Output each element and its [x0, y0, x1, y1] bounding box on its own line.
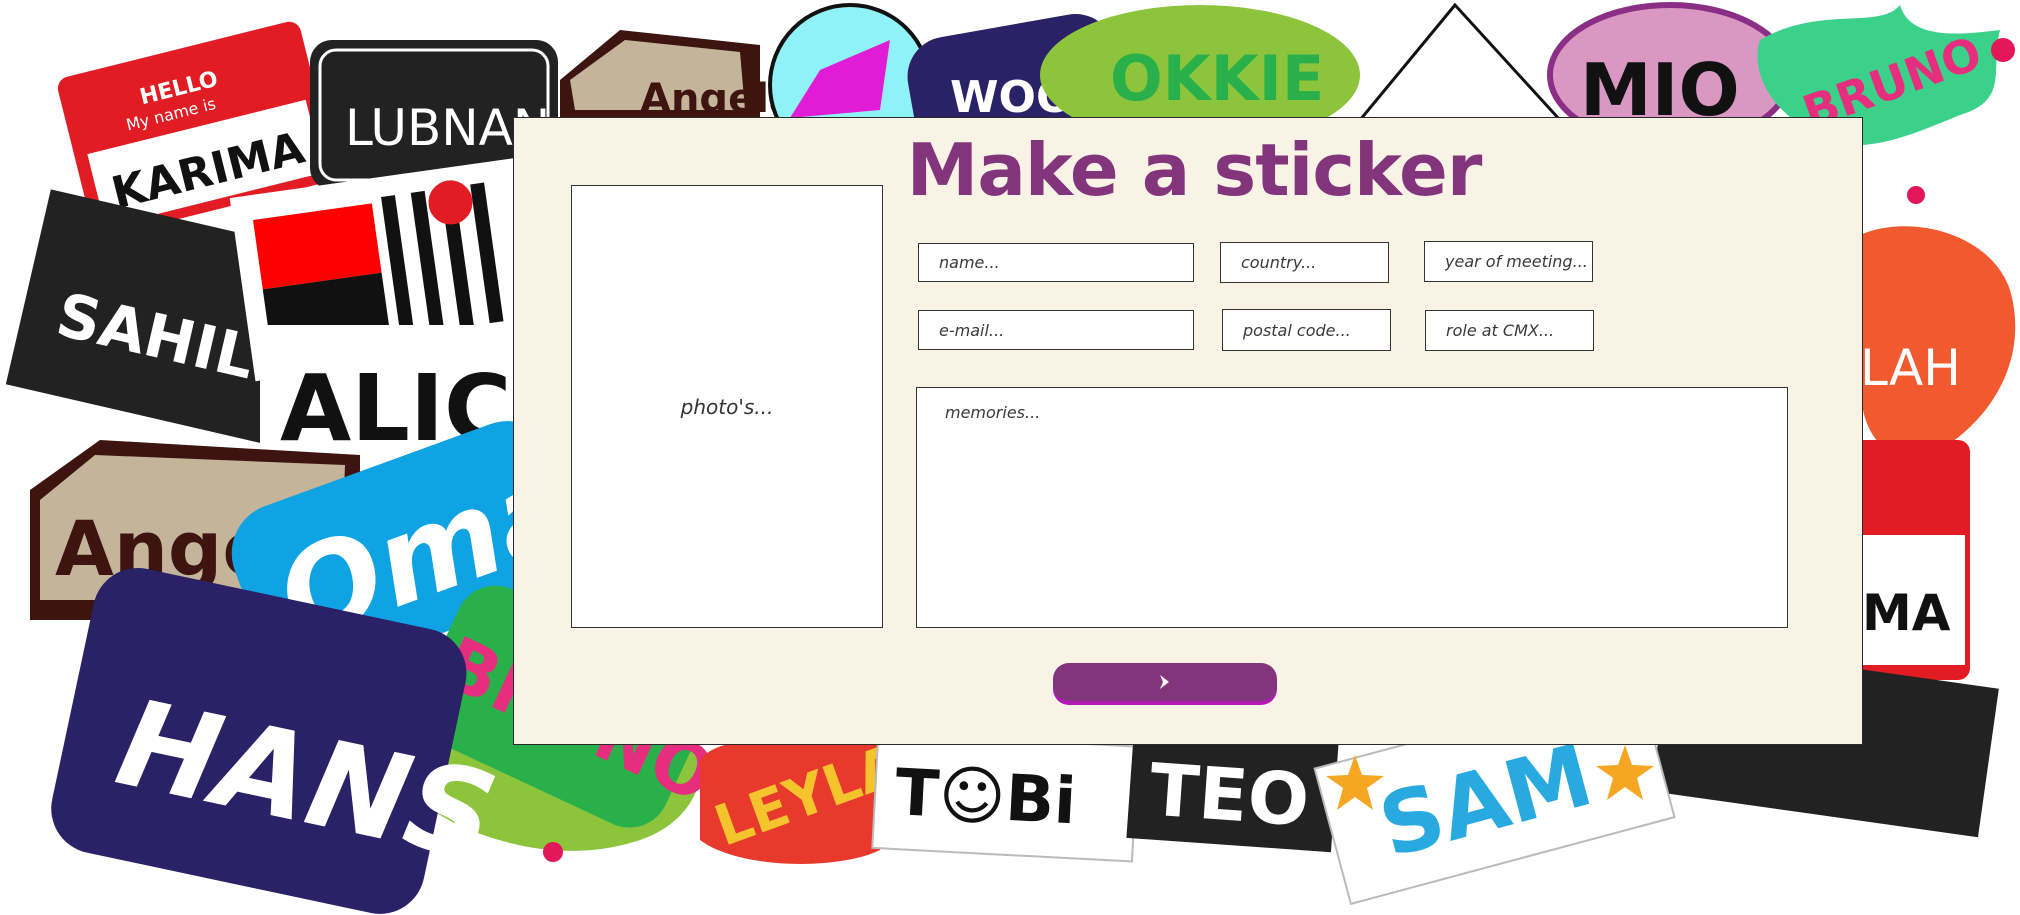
photo-label: photo's... — [680, 394, 774, 419]
memories-textarea[interactable] — [916, 387, 1788, 628]
sticker-lah-name: LAH — [1860, 339, 1961, 397]
name-input[interactable] — [918, 243, 1194, 282]
photo-upload-box[interactable]: photo's... — [571, 185, 883, 628]
sticker-teo-name: TEO — [1147, 748, 1312, 843]
sticker-ma: MA — [1850, 440, 1970, 680]
postal-code-input[interactable] — [1222, 309, 1391, 351]
submit-button[interactable] — [1053, 663, 1277, 701]
year-of-meeting-input[interactable] — [1424, 241, 1593, 282]
sticker-tobi-name: T☺Bi — [893, 756, 1078, 839]
email-input[interactable] — [918, 310, 1194, 350]
role-at-cmx-input[interactable] — [1425, 310, 1594, 351]
sticker-ma-name: MA — [1862, 584, 1951, 642]
sticker-angela-top: Angela — [560, 30, 796, 122]
sticker-tobi: T☺Bi — [871, 731, 1140, 863]
sticker-okki-name: OKKIE — [1110, 42, 1324, 115]
sticker-form-panel: Make a sticker photo's... — [513, 117, 1863, 745]
sticker-lah: LAH — [1850, 226, 2016, 457]
chevron-right-icon — [1160, 675, 1169, 689]
country-input[interactable] — [1220, 242, 1389, 283]
sticker-triangle — [1356, 2, 1564, 122]
